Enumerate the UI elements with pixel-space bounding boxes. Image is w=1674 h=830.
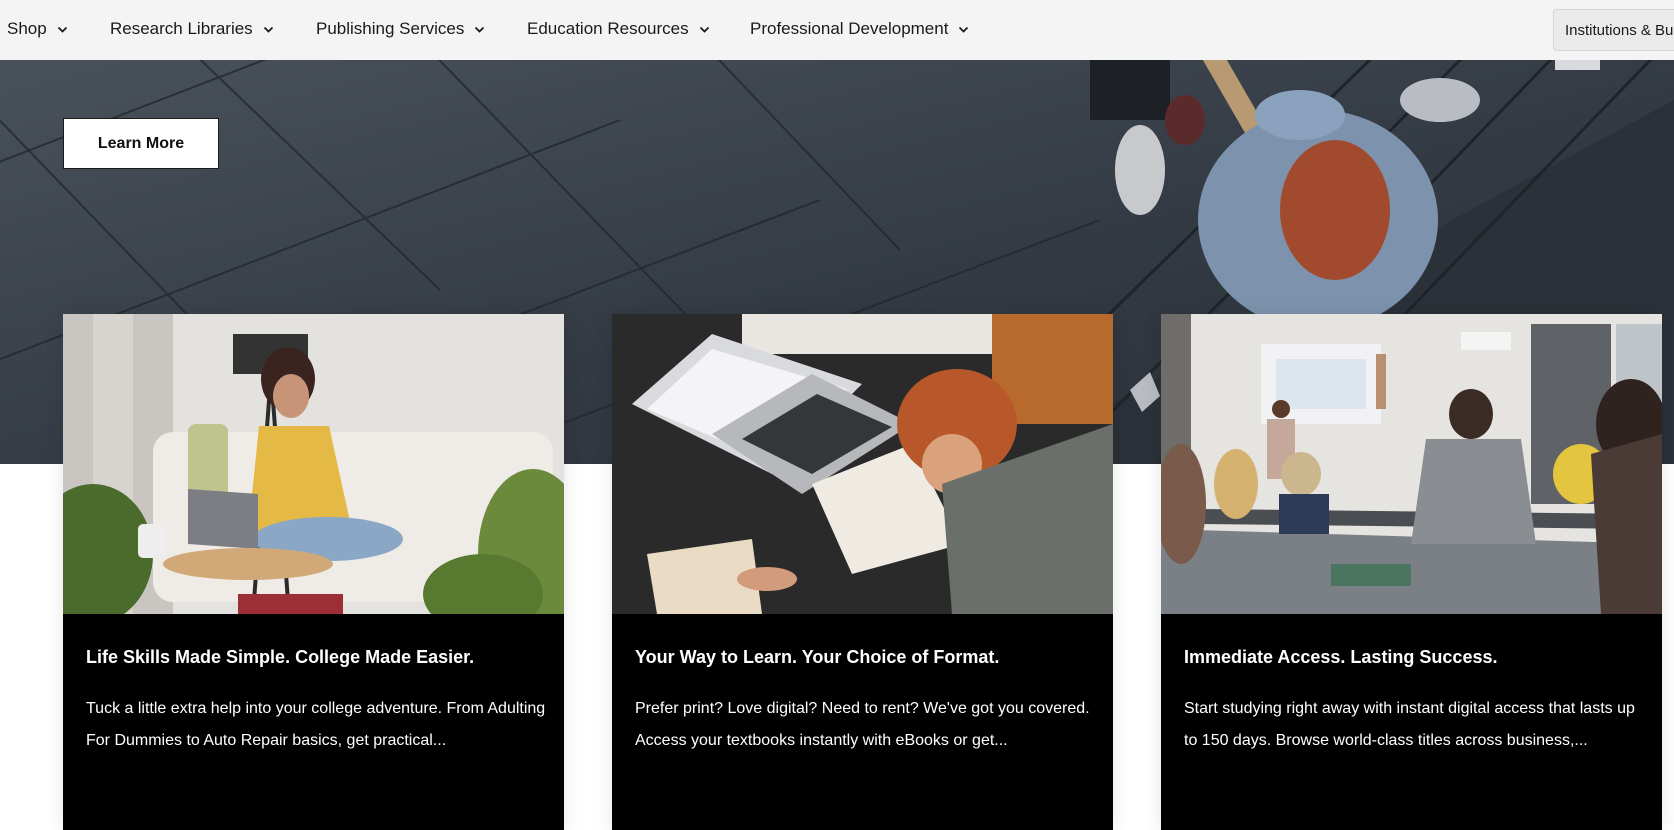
nav-item-shop[interactable]: Shop	[7, 0, 68, 58]
card-title: Your Way to Learn. Your Choice of Format…	[635, 647, 1000, 667]
learn-more-button[interactable]: Learn More	[63, 118, 219, 169]
classroom-lecture-image	[1161, 314, 1662, 614]
nav-item-publishing-services[interactable]: Publishing Services	[316, 0, 485, 58]
chevron-down-icon	[263, 24, 274, 35]
card-image	[1161, 314, 1662, 614]
nav-item-label: Shop	[7, 19, 47, 38]
card-description[interactable]: Start studying right away with instant d…	[1184, 693, 1646, 757]
nav-item-label: Professional Development	[750, 19, 949, 38]
card-title: Immediate Access. Lasting Success.	[1184, 647, 1498, 667]
nav-item-label: Publishing Services	[316, 19, 465, 38]
institutions-button[interactable]: Institutions & Bu	[1553, 9, 1674, 51]
card-description[interactable]: Tuck a little extra help into your colle…	[86, 693, 548, 757]
nav-item-professional-development[interactable]: Professional Development	[750, 0, 969, 58]
promo-card-immediate-access[interactable]: Immediate Access. Lasting Success. Start…	[1161, 314, 1662, 830]
card-image	[63, 314, 564, 614]
chevron-down-icon	[474, 24, 485, 35]
promo-card-formats[interactable]: Your Way to Learn. Your Choice of Format…	[612, 314, 1113, 830]
nav-item-education-resources[interactable]: Education Resources	[527, 0, 710, 58]
student-with-laptop-image	[612, 314, 1113, 614]
nav-item-label: Education Resources	[527, 19, 689, 38]
nav-item-research-libraries[interactable]: Research Libraries	[110, 0, 274, 58]
institutions-label: Institutions & Bu	[1565, 21, 1674, 39]
chevron-down-icon	[57, 24, 68, 35]
card-image	[612, 314, 1113, 614]
student-on-sofa-image	[63, 314, 564, 614]
promo-card-life-skills[interactable]: Life Skills Made Simple. College Made Ea…	[63, 314, 564, 830]
chevron-down-icon	[699, 24, 710, 35]
card-description[interactable]: Prefer print? Love digital? Need to rent…	[635, 693, 1097, 757]
chevron-down-icon	[958, 24, 969, 35]
nav-item-label: Research Libraries	[110, 19, 253, 38]
card-title: Life Skills Made Simple. College Made Ea…	[86, 647, 475, 667]
learn-more-label: Learn More	[97, 134, 185, 152]
top-navigation: Shop Research Libraries Publishing Servi…	[0, 0, 1674, 60]
